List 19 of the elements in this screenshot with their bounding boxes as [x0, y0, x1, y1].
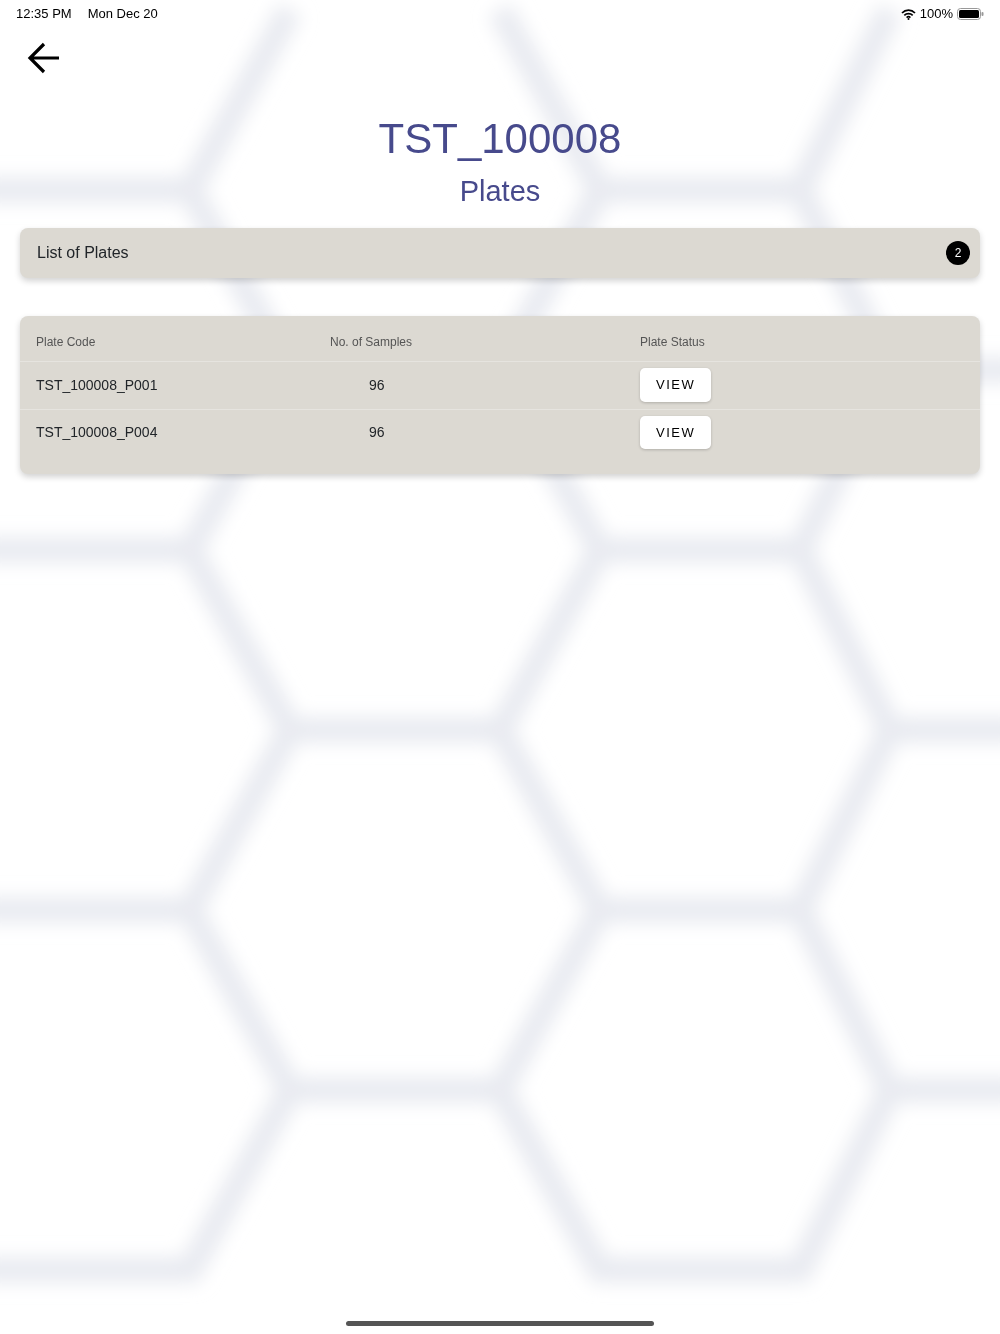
view-button[interactable]: VIEW	[640, 368, 712, 402]
battery-percentage: 100%	[919, 5, 953, 24]
column-header: No. of Samples	[330, 335, 413, 349]
list-title: List of Plates	[37, 242, 129, 263]
table-cell: TST_100008_P001	[36, 376, 158, 393]
count-badge: 2	[946, 240, 970, 265]
page-subtitle: Plates	[458, 174, 542, 209]
table-cell: TST_100008_P004	[36, 424, 158, 440]
view-button[interactable]: VIEW	[640, 415, 712, 450]
column-header: Plate Code	[36, 335, 96, 349]
column-header: Plate Status	[640, 335, 705, 349]
table-cell: 96	[369, 424, 385, 440]
battery-icon	[957, 8, 984, 20]
wifi-icon	[900, 8, 916, 20]
page-title: TST_100008	[377, 118, 623, 160]
status-date: Mon Dec 20	[87, 5, 158, 24]
status-time: 12:35 PM	[16, 5, 72, 24]
back-arrow-icon[interactable]	[26, 40, 62, 76]
table-cell: 96	[369, 376, 385, 393]
